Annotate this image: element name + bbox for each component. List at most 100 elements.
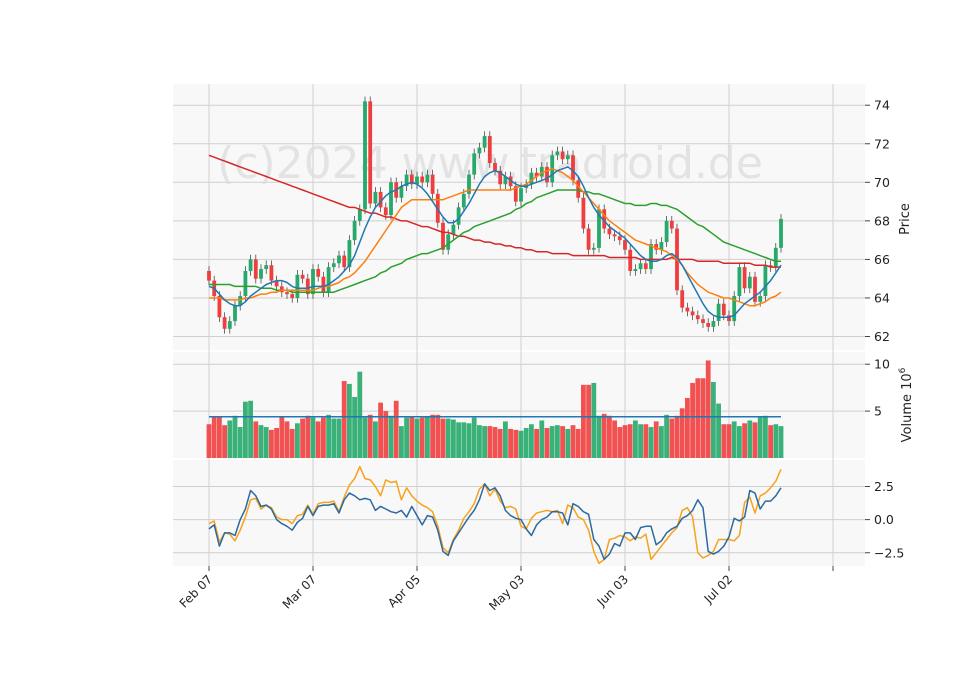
candle-body <box>763 265 768 297</box>
candle-body <box>357 209 362 221</box>
candle-body <box>643 263 648 270</box>
volume-bar <box>679 408 685 458</box>
volume-bar <box>622 425 628 458</box>
volume-bar <box>523 427 529 458</box>
candle-body <box>649 243 653 270</box>
volume-bar <box>399 426 404 458</box>
x-tick-label: Jul 02 <box>701 572 735 606</box>
candle-body <box>425 174 430 183</box>
volume-bar <box>747 420 753 458</box>
volume-bar <box>503 421 508 458</box>
volume-bar <box>289 428 295 458</box>
candle-body <box>342 255 347 268</box>
price-axis-label: Price <box>898 203 913 235</box>
volume-bar <box>373 421 378 458</box>
price-y-tick-label: 72 <box>874 136 890 151</box>
candle-body <box>363 101 367 210</box>
volume-bar <box>388 415 394 458</box>
volume-bar <box>497 428 503 458</box>
candle-body <box>259 269 263 279</box>
candle-body <box>560 151 565 160</box>
volume-bar <box>274 427 279 458</box>
candle-body <box>721 303 726 316</box>
candle-body <box>290 294 295 298</box>
candle-body <box>664 220 669 243</box>
x-tick-label: Apr 05 <box>385 572 423 610</box>
volume-bar <box>549 426 555 458</box>
candle-body <box>716 303 721 322</box>
price-y-tick-label: 64 <box>874 290 890 305</box>
candle-body <box>591 247 596 250</box>
volume-bar <box>539 420 545 458</box>
volume-bar <box>232 415 238 458</box>
candle-body <box>607 228 612 235</box>
volume-bar <box>414 418 420 458</box>
volume-bar <box>383 411 389 458</box>
panel-osc-bg <box>173 460 865 566</box>
volume-bar <box>768 425 773 458</box>
volume-bar <box>227 420 233 458</box>
candle-body <box>617 236 622 241</box>
candle-body <box>227 321 232 329</box>
candle-body <box>711 321 716 327</box>
volume-bar <box>607 415 612 458</box>
candle-body <box>337 255 341 264</box>
volume-bar <box>258 425 264 458</box>
candle-body <box>529 172 534 185</box>
candle-body <box>638 263 643 270</box>
volume-bar <box>253 421 259 458</box>
volume-bar <box>456 422 461 458</box>
candle-body <box>477 147 482 154</box>
volume-bar <box>295 423 300 458</box>
volume-bar <box>451 419 456 458</box>
volume-bar <box>310 417 316 458</box>
candle-body <box>493 163 497 171</box>
volume-bar <box>445 418 451 458</box>
volume-bar <box>555 425 560 458</box>
candle-body <box>373 191 378 204</box>
volume-bar <box>477 425 482 458</box>
osc-y-tick-label: 0.0 <box>874 512 894 527</box>
volume-bar <box>586 384 591 458</box>
candle-body <box>321 276 326 293</box>
x-tick-label: Jun 03 <box>594 572 631 609</box>
candle-body <box>352 220 357 241</box>
volume-bar <box>357 371 363 458</box>
candle-body <box>461 193 466 208</box>
candle-body <box>487 136 492 164</box>
volume-y-tick-label: 5 <box>874 404 882 419</box>
volume-bar <box>211 416 217 458</box>
volume-bar <box>321 417 326 458</box>
volume-bar <box>705 360 711 458</box>
volume-bar <box>378 402 383 458</box>
volume-bar <box>248 400 253 458</box>
candle-body <box>680 290 685 308</box>
candle-body <box>243 270 248 297</box>
volume-bar <box>627 424 633 458</box>
candle-body <box>586 228 591 250</box>
volume-bar <box>518 430 524 458</box>
candle-body <box>555 151 560 156</box>
volume-bar <box>575 428 581 458</box>
candle-body <box>706 323 711 327</box>
volume-bar <box>716 403 721 458</box>
candle-body <box>690 311 695 316</box>
candle-body <box>233 305 237 322</box>
chart-svg: (c)2024 www.tradroid.de Feb 07 Mar 07 Apr … <box>173 84 915 613</box>
candle-body <box>482 136 487 148</box>
candle-body <box>545 166 549 183</box>
volume-bar <box>534 428 539 458</box>
volume-bar <box>778 426 784 458</box>
volume-bar <box>341 381 347 458</box>
volume-bar <box>367 414 373 458</box>
candle-body <box>295 274 300 298</box>
candle-body <box>685 307 690 312</box>
volume-bar <box>690 382 695 458</box>
volume-bar <box>570 425 576 458</box>
volume-bar <box>581 384 586 458</box>
price-y-tick-label: 68 <box>874 213 890 228</box>
candle-body <box>753 276 757 302</box>
volume-bar <box>217 416 222 458</box>
volume-bar <box>508 428 513 458</box>
stock-chart: (c)2024 www.tradroid.de Feb 07 Mar 07 Apr … <box>0 0 960 690</box>
